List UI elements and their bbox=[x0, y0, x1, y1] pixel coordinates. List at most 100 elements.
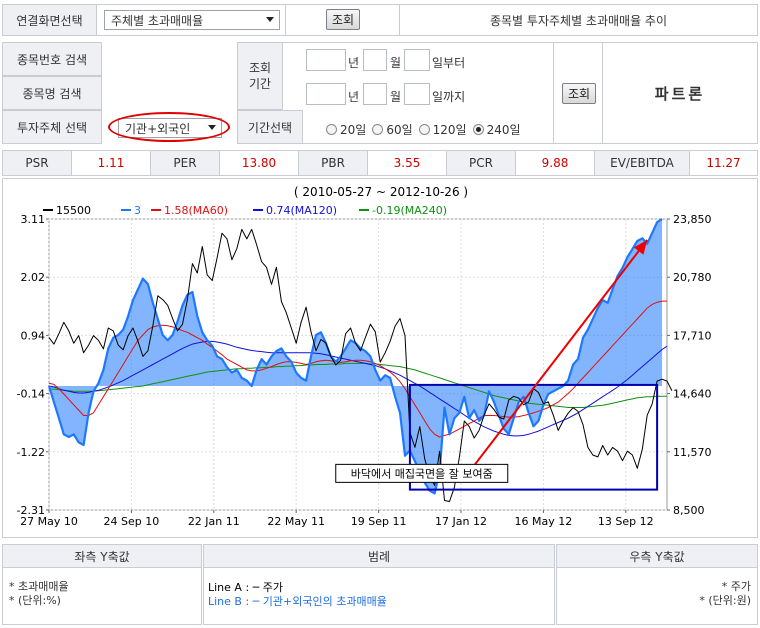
chart: 3.112.020.94-0.14-1.22-2.3123,85020,7801… bbox=[17, 185, 712, 528]
radio-icon bbox=[372, 124, 384, 135]
period-radio-2[interactable]: 120일 bbox=[418, 123, 467, 137]
y-right-tick-label: 20,780 bbox=[673, 271, 712, 284]
investor-select-label-cell: 투자주체 선택 bbox=[2, 110, 102, 144]
y-right-tick-label: 14,640 bbox=[673, 388, 712, 401]
to-year-input[interactable] bbox=[306, 83, 346, 105]
period-radio-label: 60일 bbox=[386, 123, 413, 137]
legend-label: 1.58(MA60) bbox=[164, 204, 228, 217]
x-tick-label: 13 Sep 12 bbox=[598, 515, 654, 528]
radio-icon bbox=[326, 124, 337, 135]
right-axis-title-cell: 우측 Y축값 bbox=[556, 544, 758, 568]
y-left-tick-label: 2.02 bbox=[21, 271, 46, 284]
to-month-input[interactable] bbox=[363, 83, 387, 105]
y-left-tick-label: 0.94 bbox=[21, 329, 46, 342]
header-query-button-label: 조회 bbox=[331, 13, 355, 27]
investor-select-label: 투자주체 선택 bbox=[16, 120, 88, 135]
period-radio-0[interactable]: 20일 bbox=[326, 123, 366, 137]
legend-label: -0.19(MA240) bbox=[372, 204, 447, 217]
y-right-tick-label: 23,850 bbox=[673, 213, 712, 226]
metric-label: PER bbox=[150, 150, 220, 176]
metric-value: 3.55 bbox=[367, 150, 447, 176]
x-tick-label: 16 May 12 bbox=[515, 515, 573, 528]
metrics-row: PSR 1.11 PER 13.80 PBR 3.55 PCR 9.88 EV/EBITDA 11… bbox=[2, 150, 758, 176]
investor-highlight-ellipse bbox=[108, 112, 230, 142]
x-tick-label: 27 May 10 bbox=[20, 515, 78, 528]
left-axis-title-cell: 좌측 Y축값 bbox=[2, 544, 202, 568]
metric-value: 9.88 bbox=[515, 150, 595, 176]
header-query-button[interactable]: 조회 bbox=[326, 9, 360, 30]
period-radio-label: 120일 bbox=[432, 123, 467, 137]
x-tick-label: 22 May 11 bbox=[267, 515, 325, 528]
legend-label: 15500 bbox=[56, 204, 91, 217]
left-axis-title: 좌측 Y축값 bbox=[74, 549, 130, 564]
stock-name: 파트론 bbox=[654, 84, 706, 103]
legend-title: 범례 bbox=[367, 549, 391, 564]
right-axis-line2: * (단위:원) bbox=[699, 594, 751, 607]
period-radio-label: 240일 bbox=[486, 123, 521, 137]
metric-label: PCR bbox=[446, 150, 516, 176]
y-right-tick-label: 8,500 bbox=[673, 504, 705, 517]
period-radio-3[interactable]: 240일 bbox=[472, 123, 521, 137]
from-day-suffix: 일부터 bbox=[432, 56, 466, 70]
from-year-unit: 년 bbox=[348, 56, 360, 70]
x-tick-label: 24 Sep 10 bbox=[104, 515, 160, 528]
period-label: 조회 기간 bbox=[248, 61, 272, 91]
to-day-suffix: 일까지 bbox=[432, 90, 466, 104]
stock-name-cell: 파트론 bbox=[602, 42, 758, 144]
from-day-input[interactable] bbox=[404, 49, 430, 71]
metric-label: PSR bbox=[2, 150, 72, 176]
to-month-unit: 월 bbox=[390, 90, 402, 104]
legend-title-cell: 범례 bbox=[203, 544, 555, 568]
radio-icon bbox=[418, 124, 430, 135]
chart-panel: 3.11 2.02 0.94 -0.14 -1.22 -2.31 23,850 20,780 1… bbox=[2, 178, 758, 538]
period-radio-1[interactable]: 60일 bbox=[372, 123, 413, 137]
page-title-cell: 종목별 투자주체별 초과매매율 추이 bbox=[399, 4, 758, 36]
screen-select-label-cell: 연결화면선택 bbox=[2, 4, 97, 36]
from-month-input[interactable] bbox=[363, 49, 387, 71]
period-label-cell: 조회 기간 bbox=[237, 42, 283, 110]
right-axis-body: * 주가 * (단위:원) bbox=[556, 567, 758, 625]
left-axis-body: * 초과매매율 * (단위:%) bbox=[2, 567, 202, 625]
annotation-text: 바닥에서 매집국면을 잘 보여줌 bbox=[351, 467, 493, 480]
screen-select-label: 연결화면선택 bbox=[16, 13, 83, 28]
metric-value: 11.27 bbox=[689, 150, 758, 176]
chevron-down-icon bbox=[266, 17, 274, 22]
metric-value: 1.11 bbox=[71, 150, 151, 176]
legend-body: Line A : ─ 주가 Line B : ─ 기관+외국인의 초과매매율 bbox=[203, 567, 555, 625]
legend-label: 0.74(MA120) bbox=[266, 204, 337, 217]
right-axis-line1: * 주가 bbox=[721, 580, 751, 593]
right-axis-title: 우측 Y축값 bbox=[629, 549, 685, 564]
y-left-tick-label: -0.14 bbox=[17, 388, 45, 401]
period-select-label: 기간선택 bbox=[247, 120, 293, 135]
search-query-button-label: 조회 bbox=[567, 87, 591, 101]
x-tick-label: 19 Sep 11 bbox=[351, 515, 407, 528]
search-query-button[interactable]: 조회 bbox=[562, 83, 596, 104]
code-search-label: 종목번호 검색 bbox=[16, 52, 88, 67]
x-tick-label: 22 Jan 11 bbox=[188, 515, 240, 528]
to-year-unit: 년 bbox=[348, 90, 360, 104]
y-right-tick-label: 11,570 bbox=[673, 446, 712, 459]
left-axis-line2: * (단위:%) bbox=[9, 594, 61, 607]
radio-icon bbox=[472, 124, 484, 135]
x-tick-label: 17 Jan 12 bbox=[435, 515, 487, 528]
screen-select-dropdown[interactable]: 주체별 초과매매율 bbox=[104, 10, 280, 30]
from-month-unit: 월 bbox=[390, 56, 402, 70]
legend-label: 3 bbox=[134, 204, 141, 217]
y-left-tick-label: 3.11 bbox=[21, 213, 46, 226]
period-select-label-cell: 기간선택 bbox=[237, 110, 303, 144]
to-day-input[interactable] bbox=[404, 83, 430, 105]
name-search-label-cell: 종목명 검색 bbox=[2, 76, 102, 110]
y-right-tick-label: 17,710 bbox=[673, 329, 712, 342]
legend-line-a: Line A : ─ 주가 bbox=[208, 581, 284, 594]
chart-title: ( 2010-05-27 ~ 2012-10-26 ) bbox=[294, 185, 468, 199]
period-radio-label: 20일 bbox=[340, 123, 367, 137]
period-radio-group: 20일 60일 120일 240일 bbox=[326, 121, 527, 138]
name-search-label: 종목명 검색 bbox=[22, 86, 82, 101]
metric-value: 13.80 bbox=[219, 150, 299, 176]
metric-label: EV/EBITDA bbox=[594, 150, 690, 176]
code-search-label-cell: 종목번호 검색 bbox=[2, 42, 102, 76]
page-title: 종목별 투자주체별 초과매매율 추이 bbox=[489, 13, 668, 28]
from-year-input[interactable] bbox=[306, 49, 346, 71]
left-axis-line1: * 초과매매율 bbox=[9, 580, 69, 593]
y-left-tick-label: -1.22 bbox=[17, 446, 45, 459]
